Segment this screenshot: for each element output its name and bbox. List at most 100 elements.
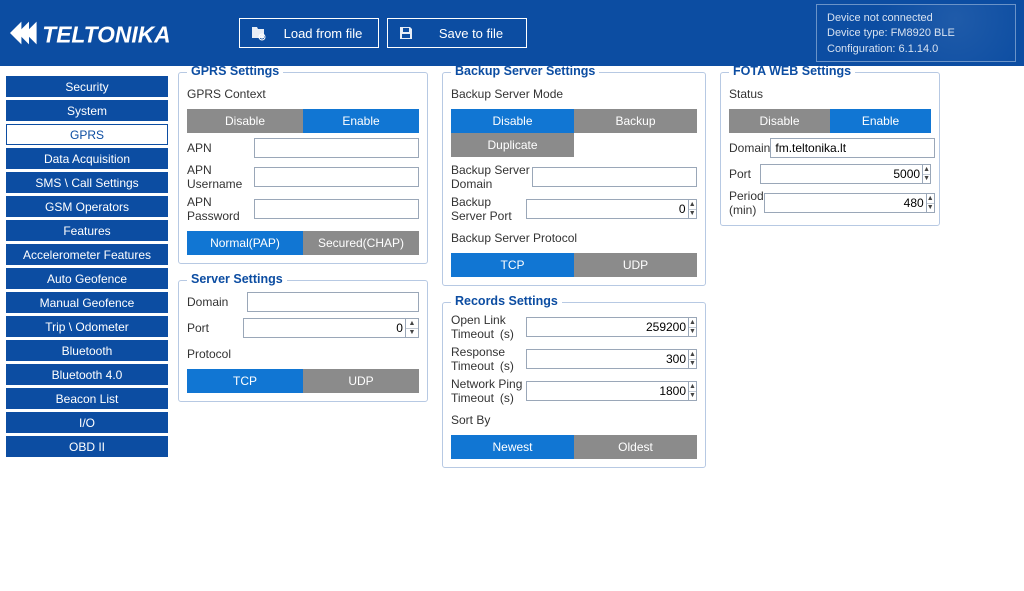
server-domain-label: Domain xyxy=(187,295,247,309)
sidebar-item-trip-odometer[interactable]: Trip \ Odometer xyxy=(6,316,168,337)
backup-settings-title: Backup Server Settings xyxy=(451,66,599,78)
fota-status-label: Status xyxy=(729,87,799,101)
backup-protocol-udp[interactable]: UDP xyxy=(574,253,697,277)
sidebar-item-gprs[interactable]: GPRS xyxy=(6,124,168,145)
backup-mode-backup[interactable]: Backup xyxy=(574,109,697,133)
status-connection: Device not connected xyxy=(827,11,1005,26)
server-port-label: Port xyxy=(187,321,243,335)
sidebar-item-beacon-list[interactable]: Beacon List xyxy=(6,388,168,409)
sort-by-toggle: Newest Oldest xyxy=(451,435,697,459)
backup-port-input[interactable] xyxy=(526,199,689,219)
sidebar-item-manual-geofence[interactable]: Manual Geofence xyxy=(6,292,168,313)
sort-newest[interactable]: Newest xyxy=(451,435,574,459)
sidebar-item-data-acquisition[interactable]: Data Acquisition xyxy=(6,148,168,169)
response-timeout-stepper[interactable]: ▲▼ xyxy=(689,349,697,369)
fota-port-input[interactable] xyxy=(760,164,923,184)
fota-settings-group: FOTA WEB Settings Status Disable Enable … xyxy=(720,72,940,226)
status-config-version: Configuration: 6.1.14.0 xyxy=(827,42,1005,57)
apn-input[interactable] xyxy=(254,138,419,158)
backup-protocol-tcp[interactable]: TCP xyxy=(451,253,574,277)
file-save-icon xyxy=(398,25,414,41)
open-link-timeout-label: Open Link Timeout(s) xyxy=(451,313,526,341)
sidebar-item-features[interactable]: Features xyxy=(6,220,168,241)
brand-logo: TELTONIKA xyxy=(10,14,219,52)
save-to-file-button[interactable]: Save to file xyxy=(387,18,527,48)
response-timeout-input[interactable] xyxy=(526,349,689,369)
apn-pass-label: APN Password xyxy=(187,195,254,223)
ping-timeout-label: Network Ping Timeout(s) xyxy=(451,377,526,405)
apn-label: APN xyxy=(187,141,254,155)
sidebar-item-auto-geofence[interactable]: Auto Geofence xyxy=(6,268,168,289)
gprs-auth-chap[interactable]: Secured(CHAP) xyxy=(303,231,419,255)
server-protocol-label: Protocol xyxy=(187,347,247,361)
load-from-file-button[interactable]: Load from file xyxy=(239,18,379,48)
sidebar-item-i-o[interactable]: I/O xyxy=(6,412,168,433)
file-open-icon xyxy=(250,25,266,41)
fota-period-input[interactable] xyxy=(764,193,927,213)
records-settings-title: Records Settings xyxy=(451,294,562,308)
backup-port-stepper[interactable]: ▲▼ xyxy=(689,199,697,219)
brand-text: TELTONIKA xyxy=(42,22,170,48)
fota-port-stepper[interactable]: ▲▼ xyxy=(923,164,931,184)
backup-domain-label: Backup Server Domain xyxy=(451,163,532,191)
gprs-context-enable[interactable]: Enable xyxy=(303,109,419,133)
backup-protocol-label: Backup Server Protocol xyxy=(451,231,581,245)
sidebar-item-accelerometer-features[interactable]: Accelerometer Features xyxy=(6,244,168,265)
load-from-file-label: Load from file xyxy=(278,26,368,41)
backup-port-label: Backup Server Port xyxy=(451,195,526,223)
sidebar-item-bluetooth-4-0[interactable]: Bluetooth 4.0 xyxy=(6,364,168,385)
ping-timeout-stepper[interactable]: ▲▼ xyxy=(689,381,697,401)
fota-status-enable[interactable]: Enable xyxy=(830,109,931,133)
apn-pass-input[interactable] xyxy=(254,199,419,219)
gprs-context-disable[interactable]: Disable xyxy=(187,109,303,133)
fota-status-disable[interactable]: Disable xyxy=(729,109,830,133)
content-area: GPRS Settings GPRS Context Disable Enabl… xyxy=(174,66,1024,591)
server-domain-input[interactable] xyxy=(247,292,419,312)
open-link-timeout-input[interactable] xyxy=(526,317,689,337)
backup-domain-input[interactable] xyxy=(532,167,697,187)
header-toolbar: Load from file Save to file xyxy=(239,18,527,48)
sidebar-item-bluetooth[interactable]: Bluetooth xyxy=(6,340,168,361)
backup-settings-group: Backup Server Settings Backup Server Mod… xyxy=(442,72,706,286)
server-port-stepper[interactable]: ▲▼ xyxy=(406,318,419,338)
open-link-timeout-stepper[interactable]: ▲▼ xyxy=(689,317,697,337)
gprs-settings-group: GPRS Settings GPRS Context Disable Enabl… xyxy=(178,72,428,264)
fota-period-label: Period (min) xyxy=(729,189,764,217)
fota-domain-input[interactable] xyxy=(770,138,935,158)
apn-user-label: APN Username xyxy=(187,163,254,191)
fota-domain-label: Domain xyxy=(729,141,770,155)
backup-mode-toggle: Disable Backup Duplicate xyxy=(451,109,697,157)
records-settings-group: Records Settings Open Link Timeout(s) ▲▼… xyxy=(442,302,706,468)
backup-mode-duplicate[interactable]: Duplicate xyxy=(451,133,574,157)
fota-status-toggle: Disable Enable xyxy=(729,109,931,133)
apn-user-input[interactable] xyxy=(254,167,419,187)
device-status-panel: Device not connected Device type: FM8920… xyxy=(816,4,1016,62)
fota-period-stepper[interactable]: ▲▼ xyxy=(927,193,935,213)
app-header: TELTONIKA Load from file Save to file De… xyxy=(0,0,1024,66)
server-port-input[interactable] xyxy=(243,318,406,338)
fota-settings-title: FOTA WEB Settings xyxy=(729,66,855,78)
gprs-auth-pap[interactable]: Normal(PAP) xyxy=(187,231,303,255)
server-protocol-tcp[interactable]: TCP xyxy=(187,369,303,393)
sort-oldest[interactable]: Oldest xyxy=(574,435,697,459)
sidebar-item-sms-call-settings[interactable]: SMS \ Call Settings xyxy=(6,172,168,193)
gprs-settings-title: GPRS Settings xyxy=(187,66,283,78)
gprs-auth-toggle: Normal(PAP) Secured(CHAP) xyxy=(187,231,419,255)
logo-icon: TELTONIKA xyxy=(10,14,219,52)
ping-timeout-input[interactable] xyxy=(526,381,689,401)
sidebar-nav: Security System GPRS Data Acquisition SMS \ … xyxy=(0,66,174,591)
fota-port-label: Port xyxy=(729,167,760,181)
server-settings-group: Server Settings Domain Port ▲▼ Protocol … xyxy=(178,280,428,402)
backup-mode-disable[interactable]: Disable xyxy=(451,109,574,133)
server-settings-title: Server Settings xyxy=(187,272,287,286)
gprs-context-label: GPRS Context xyxy=(187,87,283,101)
sidebar-item-gsm-operators[interactable]: GSM Operators xyxy=(6,196,168,217)
sidebar-item-obd-ii[interactable]: OBD II xyxy=(6,436,168,457)
save-to-file-label: Save to file xyxy=(426,26,516,41)
sort-by-label: Sort By xyxy=(451,413,591,427)
sidebar-item-system[interactable]: System xyxy=(6,100,168,121)
gprs-context-toggle: Disable Enable xyxy=(187,109,419,133)
sidebar-item-security[interactable]: Security xyxy=(6,76,168,97)
response-timeout-label: Response Timeout(s) xyxy=(451,345,526,373)
server-protocol-udp[interactable]: UDP xyxy=(303,369,419,393)
